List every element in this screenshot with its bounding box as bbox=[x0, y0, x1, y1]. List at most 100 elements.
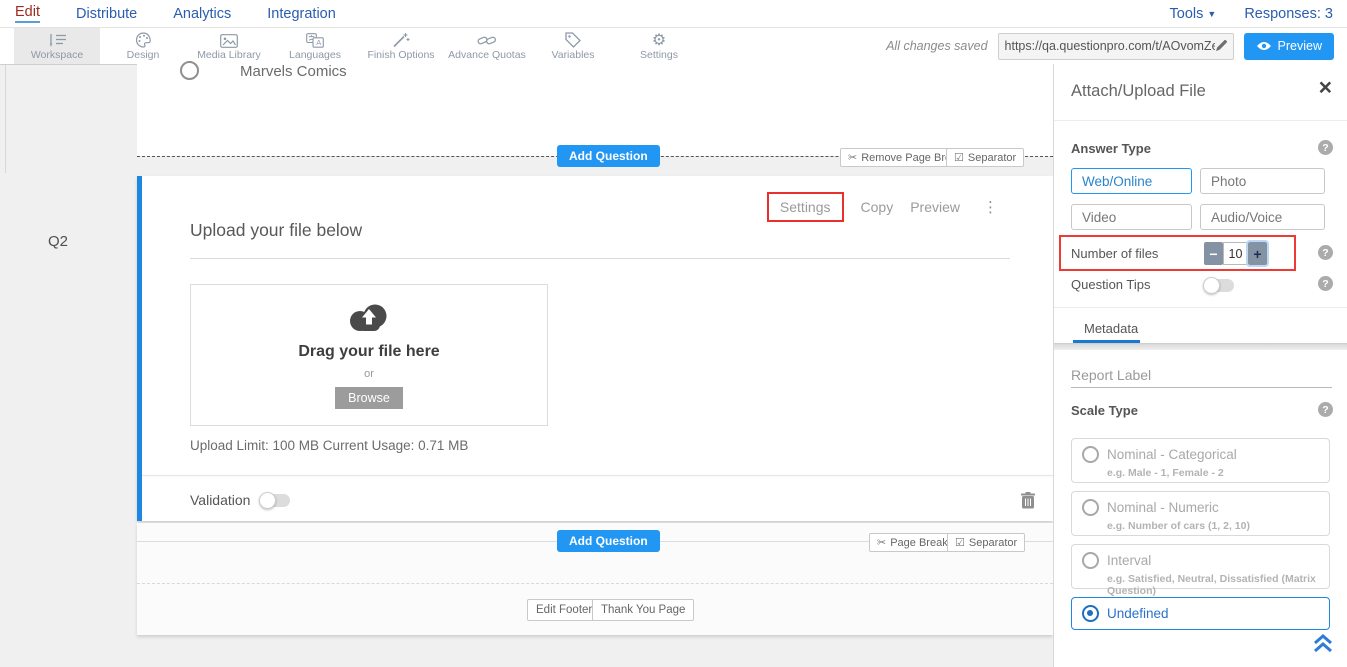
question-tips-toggle[interactable] bbox=[1204, 279, 1234, 292]
editor-toolbar: Workspace Design Media Library A Languag… bbox=[0, 28, 1347, 65]
page-break-button[interactable]: ✂ Page Break bbox=[869, 533, 956, 552]
help-icon[interactable]: ? bbox=[1318, 140, 1333, 155]
design-palette-icon bbox=[135, 32, 152, 48]
workspace-icon bbox=[47, 32, 67, 48]
dropzone-heading: Drag your file here bbox=[191, 343, 547, 361]
answer-type-label: Answer Type bbox=[1071, 141, 1151, 156]
toggle-knob bbox=[259, 492, 276, 509]
nav-tab-integration[interactable]: Integration bbox=[267, 6, 336, 22]
question-copy-button[interactable]: Copy bbox=[861, 199, 894, 215]
report-label-input[interactable]: Report Label bbox=[1071, 367, 1151, 383]
preview-button[interactable]: Preview bbox=[1244, 33, 1334, 60]
separator-toggle-top[interactable]: ☑ Separator bbox=[946, 148, 1024, 167]
question-menu: Settings Copy Preview ⋮ bbox=[767, 192, 998, 222]
add-question-button-top[interactable]: Add Question bbox=[557, 145, 660, 167]
attach-upload-settings-panel: Attach/Upload File × Answer Type ? Web/O… bbox=[1053, 64, 1347, 667]
nav-tab-edit[interactable]: Edit bbox=[15, 4, 40, 23]
question-number-label: Q2 bbox=[48, 233, 68, 250]
tag-icon bbox=[565, 32, 581, 48]
left-scrollbar-thumb[interactable] bbox=[5, 65, 6, 173]
survey-url-input[interactable]: https://qa.questionpro.com/t/AOvomZe bbox=[998, 33, 1234, 60]
footer-dashed-line bbox=[137, 583, 1053, 584]
number-of-files-label: Number of files bbox=[1071, 246, 1158, 261]
caret-down-icon: ▼ bbox=[1207, 9, 1216, 19]
help-icon[interactable]: ? bbox=[1318, 245, 1333, 260]
toolbar-item-media-library[interactable]: Media Library bbox=[186, 28, 272, 64]
chain-link-icon bbox=[477, 32, 497, 48]
toolbar-items: Workspace Design Media Library A Languag… bbox=[0, 28, 702, 64]
magic-wand-icon bbox=[392, 32, 410, 48]
close-icon[interactable]: × bbox=[1319, 74, 1332, 101]
top-nav-tabs: Edit Distribute Analytics Integration bbox=[0, 4, 336, 23]
number-of-files-value[interactable]: 10 bbox=[1223, 242, 1248, 265]
tab-metadata[interactable]: Metadata bbox=[1084, 321, 1138, 336]
edit-footer-button[interactable]: Edit Footer bbox=[527, 599, 601, 621]
thank-you-page-button[interactable]: Thank You Page bbox=[592, 599, 694, 621]
toolbar-item-design[interactable]: Design bbox=[100, 28, 186, 64]
radio-option-icon[interactable] bbox=[180, 61, 199, 80]
survey-url-value: https://qa.questionpro.com/t/AOvomZe bbox=[1005, 39, 1215, 53]
eye-icon bbox=[1256, 41, 1272, 51]
answer-type-photo[interactable]: Photo bbox=[1200, 168, 1325, 194]
checkbox-checked-icon: ☑ bbox=[955, 536, 965, 549]
kebab-menu-icon[interactable]: ⋮ bbox=[983, 198, 998, 216]
separator-toggle-bottom[interactable]: ☑ Separator bbox=[947, 533, 1025, 552]
question-preview-button[interactable]: Preview bbox=[910, 199, 960, 215]
toolbar-item-languages[interactable]: A Languages bbox=[272, 28, 358, 64]
scissors-icon: ✂ bbox=[877, 536, 886, 549]
toolbar-item-finish-options[interactable]: Finish Options bbox=[358, 28, 444, 64]
toolbar-item-workspace[interactable]: Workspace bbox=[14, 28, 100, 64]
svg-text:A: A bbox=[316, 38, 321, 47]
report-label-underline bbox=[1071, 387, 1332, 388]
validation-row: Validation bbox=[190, 487, 1035, 513]
delete-question-icon[interactable] bbox=[1021, 492, 1035, 509]
dropzone-or-text: or bbox=[191, 368, 547, 380]
toolbar-item-settings[interactable]: ⚙ Settings bbox=[616, 28, 702, 64]
number-of-files-stepper: − 10 + bbox=[1204, 242, 1267, 265]
question-title[interactable]: Upload your file below bbox=[190, 220, 1010, 259]
autosave-status: All changes saved bbox=[886, 39, 987, 53]
nav-tab-distribute[interactable]: Distribute bbox=[76, 6, 137, 22]
file-dropzone[interactable]: Drag your file here or Browse bbox=[190, 284, 548, 426]
scale-type-undefined[interactable]: Undefined bbox=[1071, 597, 1330, 630]
question-card: Settings Copy Preview ⋮ Upload your file… bbox=[137, 176, 1053, 521]
validation-toggle[interactable] bbox=[260, 494, 290, 507]
responses-link[interactable]: Responses: 3 bbox=[1244, 6, 1333, 22]
tools-menu[interactable]: Tools ▼ bbox=[1170, 6, 1217, 22]
toolbar-item-advance-quotas[interactable]: Advance Quotas bbox=[444, 28, 530, 64]
scale-type-nominal-categorical[interactable]: Nominal - Categorical e.g. Male - 1, Fem… bbox=[1071, 438, 1330, 483]
scale-type-nominal-numeric[interactable]: Nominal - Numeric e.g. Number of cars (1… bbox=[1071, 491, 1330, 536]
question-footer-divider bbox=[142, 475, 1053, 476]
radio-icon bbox=[1082, 552, 1099, 569]
answer-type-video[interactable]: Video bbox=[1071, 204, 1192, 230]
page-footer-area: Add Question ✂ Page Break ☑ Separator Ed… bbox=[137, 523, 1053, 635]
browse-button[interactable]: Browse bbox=[335, 387, 403, 409]
media-library-icon bbox=[220, 32, 238, 48]
answer-type-web-online[interactable]: Web/Online bbox=[1071, 168, 1192, 194]
question-tips-label: Question Tips bbox=[1071, 277, 1151, 292]
add-question-button-bottom[interactable]: Add Question bbox=[557, 530, 660, 552]
top-nav-right: Tools ▼ Responses: 3 bbox=[1170, 6, 1347, 22]
help-icon[interactable]: ? bbox=[1318, 276, 1333, 291]
scissors-icon: ✂ bbox=[848, 151, 857, 164]
plus-button[interactable]: + bbox=[1248, 242, 1267, 265]
collapse-double-chevron-up-icon[interactable] bbox=[1312, 634, 1334, 658]
answer-type-audio-voice[interactable]: Audio/Voice bbox=[1200, 204, 1325, 230]
page-break-row-top: Add Question ✂ Remove Page Break ☑ Separ… bbox=[137, 145, 1053, 169]
scale-type-interval[interactable]: Interval e.g. Satisfied, Neutral, Dissat… bbox=[1071, 544, 1330, 589]
toolbar-right: All changes saved https://qa.questionpro… bbox=[886, 28, 1347, 64]
question-settings-button[interactable]: Settings bbox=[767, 192, 844, 222]
panel-section-divider bbox=[1054, 343, 1347, 350]
panel-divider bbox=[1054, 307, 1347, 308]
edit-pencil-icon[interactable] bbox=[1215, 40, 1227, 52]
radio-selected-icon bbox=[1082, 605, 1099, 622]
top-nav: Edit Distribute Analytics Integration To… bbox=[0, 0, 1347, 28]
nav-tab-analytics[interactable]: Analytics bbox=[173, 6, 231, 22]
radio-icon bbox=[1082, 446, 1099, 463]
gear-icon: ⚙ bbox=[652, 32, 666, 48]
help-icon[interactable]: ? bbox=[1318, 402, 1333, 417]
languages-translate-icon: A bbox=[306, 32, 324, 48]
toolbar-item-variables[interactable]: Variables bbox=[530, 28, 616, 64]
panel-divider bbox=[1054, 120, 1347, 121]
minus-button[interactable]: − bbox=[1204, 242, 1223, 265]
